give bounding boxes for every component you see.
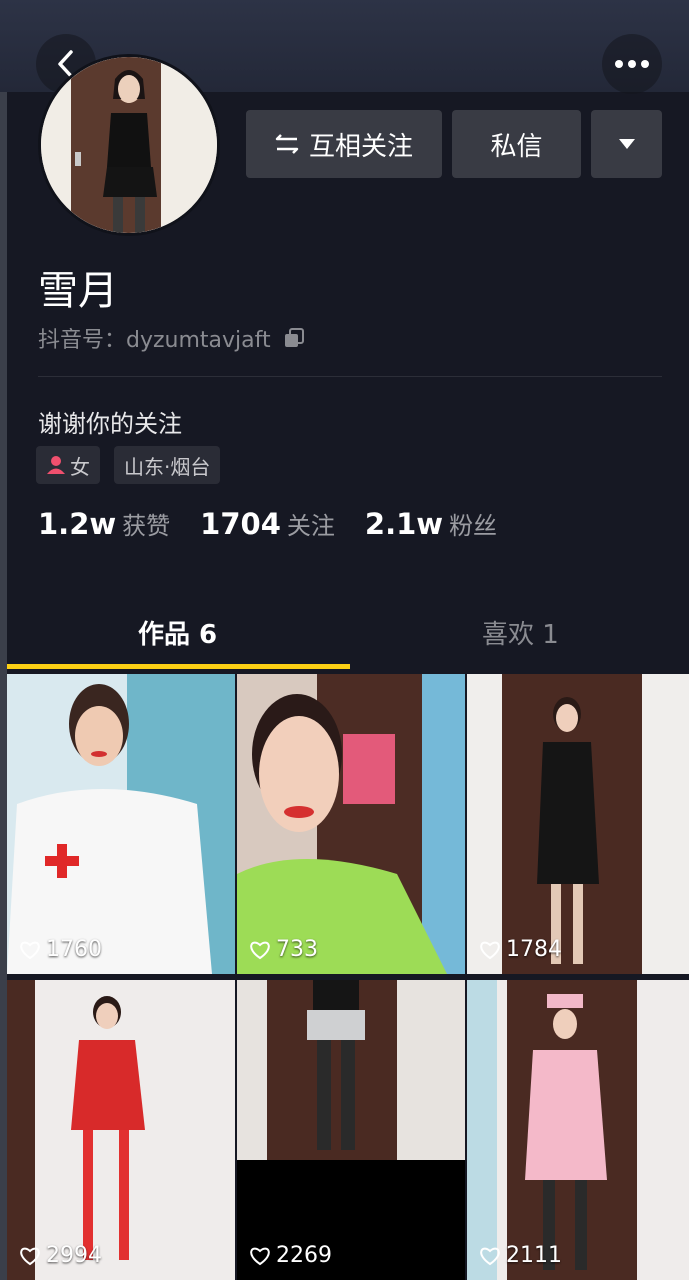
active-tab-indicator: [7, 664, 350, 669]
video-thumbnail: [237, 674, 465, 974]
like-count: 2269: [249, 1243, 332, 1268]
video-tile[interactable]: 1784: [467, 674, 689, 974]
copy-icon[interactable]: [283, 327, 305, 349]
mutual-follow-label: 互相关注: [308, 131, 413, 162]
douyin-id: 抖音号：dyzumtavjaft: [38, 328, 271, 353]
heart-icon: [250, 1247, 270, 1265]
like-count-value: 1760: [46, 937, 102, 962]
dropdown-button[interactable]: [591, 110, 662, 178]
video-tile[interactable]: 1760: [7, 674, 235, 974]
video-thumbnail: [467, 674, 689, 974]
profile-name: 雪月: [38, 268, 118, 314]
like-count: 1760: [19, 937, 102, 962]
following-label: 关注: [286, 512, 335, 540]
location-label: 山东·烟台: [124, 454, 211, 479]
location-tag: 山东·烟台: [114, 446, 221, 484]
caret-down-icon: [618, 139, 635, 149]
like-count: 1784: [479, 937, 562, 962]
heart-icon: [250, 941, 270, 959]
tab-liked[interactable]: 喜欢 1: [482, 614, 559, 651]
like-count-value: 733: [276, 937, 318, 962]
message-label: 私信: [490, 131, 543, 162]
avatar-photo: [41, 57, 217, 233]
video-tile[interactable]: 2994: [7, 980, 235, 1280]
more-dots-icon: [615, 60, 649, 68]
like-count: 733: [249, 937, 318, 962]
video-thumbnail: [7, 674, 235, 974]
mutual-follow-button[interactable]: 互相关注: [246, 110, 442, 178]
like-count: 2111: [479, 1243, 562, 1268]
female-person-icon: [47, 456, 65, 474]
like-count-value: 2994: [46, 1243, 102, 1268]
more-button[interactable]: [602, 34, 662, 94]
like-count-value: 1784: [506, 937, 562, 962]
like-count: 2994: [19, 1243, 102, 1268]
followers-label: 粉丝: [449, 512, 498, 540]
video-tile[interactable]: 733: [237, 674, 465, 974]
divider: [38, 376, 662, 377]
douyin-id-row: 抖音号：dyzumtavjaft: [38, 322, 305, 354]
tab-works[interactable]: 作品 6: [138, 614, 217, 651]
video-tile[interactable]: 2111: [467, 980, 689, 1280]
like-count-value: 2111: [506, 1243, 562, 1268]
video-thumbnail: [467, 980, 689, 1280]
heart-icon: [480, 1247, 500, 1265]
video-thumbnail: [237, 980, 465, 1280]
screen-edge: [0, 0, 7, 1280]
heart-icon: [20, 941, 40, 959]
like-count-value: 2269: [276, 1243, 332, 1268]
avatar[interactable]: [38, 54, 220, 236]
video-tile[interactable]: 2269: [237, 980, 465, 1280]
gender-tag: 女: [36, 446, 100, 484]
bio-text: 谢谢你的关注: [38, 410, 182, 438]
heart-icon: [20, 1247, 40, 1265]
heart-icon: [480, 941, 500, 959]
following-count[interactable]: 1704: [200, 507, 281, 541]
swap-arrows-icon: [275, 134, 299, 154]
followers-count[interactable]: 2.1w: [365, 507, 443, 541]
likes-label: 获赞: [122, 512, 171, 540]
gender-label: 女: [70, 454, 90, 479]
message-button[interactable]: 私信: [452, 110, 581, 178]
video-thumbnail: [7, 980, 235, 1280]
stats-row: 1.2w 获赞 1704 关注 2.1w 粉丝: [38, 506, 527, 541]
likes-count[interactable]: 1.2w: [38, 507, 116, 541]
